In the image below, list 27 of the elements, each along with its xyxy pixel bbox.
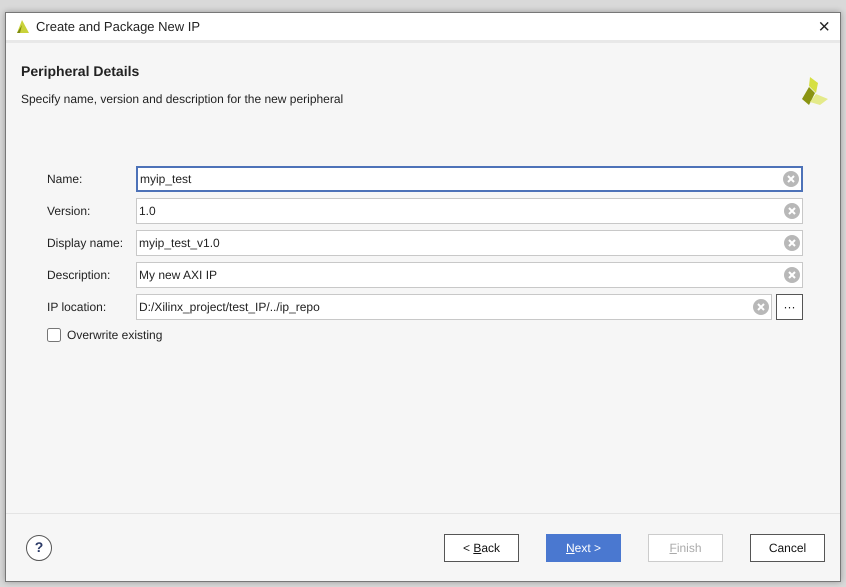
text-field[interactable]: myip_test [136, 166, 803, 192]
dialog-button[interactable]: Cancel [750, 534, 825, 562]
close-button[interactable]: × [816, 16, 832, 36]
text-field[interactable]: 1.0 [136, 198, 803, 224]
text-field[interactable]: D:/Xilinx_project/test_IP/../ip_repo [136, 294, 772, 320]
field-label: Display name: [47, 235, 124, 252]
browse-button[interactable]: ··· [776, 294, 803, 320]
clear-icon[interactable] [784, 267, 800, 283]
field-label: IP location: [47, 299, 108, 316]
field-label: Description: [47, 267, 112, 284]
field-label: Name: [47, 171, 84, 188]
page-title: Peripheral Details [21, 62, 140, 81]
dialog-button[interactable]: < Back [444, 534, 519, 562]
dialog-button[interactable]: Next > [546, 534, 621, 562]
clear-icon[interactable] [784, 235, 800, 251]
clear-icon[interactable] [753, 299, 769, 315]
checkbox[interactable] [47, 328, 61, 342]
window-title: Create and Package New IP [36, 18, 200, 36]
page-description: Specify name, version and description for the new peripheral [21, 91, 344, 108]
clear-icon[interactable] [784, 203, 800, 219]
field-label: Version: [47, 203, 92, 220]
help-button[interactable]: ? [26, 534, 52, 560]
checkbox-label[interactable]: Overwrite existing [67, 326, 162, 344]
app-logo-icon [14, 18, 30, 34]
text-field[interactable]: My new AXI IP [136, 262, 803, 288]
clear-icon[interactable] [783, 171, 799, 187]
text-field[interactable]: myip_test_v1.0 [136, 230, 803, 256]
